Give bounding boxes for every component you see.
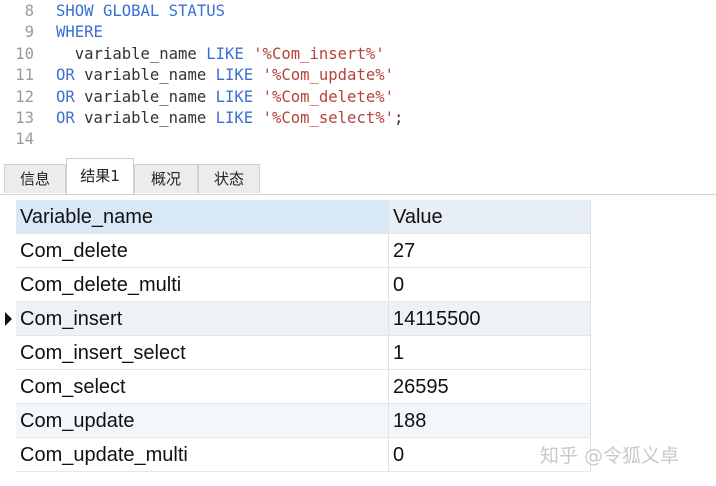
sql-string: '%Com_delete%' bbox=[262, 87, 394, 106]
tab-result-1[interactable]: 结果1 bbox=[66, 158, 134, 194]
table-row[interactable]: Com_delete 27 bbox=[0, 234, 716, 268]
table-row[interactable]: Com_insert_select 1 bbox=[0, 336, 716, 370]
table-row[interactable]: Com_update 188 bbox=[0, 404, 716, 438]
sql-keyword: LIKE bbox=[215, 66, 254, 85]
sql-string: '%Com_insert%' bbox=[253, 44, 385, 63]
line-number: 10 bbox=[15, 44, 34, 63]
row-marker[interactable] bbox=[0, 302, 15, 336]
tab-status[interactable]: 状态 bbox=[198, 164, 260, 193]
code-line[interactable]: 8 SHOW GLOBAL STATUS bbox=[0, 1, 225, 22]
line-number: 11 bbox=[15, 66, 34, 85]
cell-value[interactable]: 14115500 bbox=[389, 302, 591, 336]
line-number: 12 bbox=[15, 87, 34, 106]
sql-keyword: OR bbox=[56, 66, 75, 85]
sql-text: variable_name bbox=[74, 66, 216, 85]
sql-keyword: SHOW GLOBAL STATUS bbox=[56, 2, 225, 20]
tab-profile[interactable]: 概况 bbox=[134, 164, 198, 193]
cell-value[interactable]: 0 bbox=[389, 268, 591, 302]
code-line[interactable]: 14 bbox=[0, 129, 56, 150]
code-line[interactable]: 11 OR variable_name LIKE '%Com_update%' bbox=[0, 65, 394, 86]
cell-value[interactable]: 26595 bbox=[389, 370, 591, 404]
row-marker[interactable] bbox=[0, 404, 15, 438]
sql-keyword: LIKE bbox=[206, 44, 244, 63]
line-number: 14 bbox=[15, 130, 34, 149]
sql-keyword: OR bbox=[56, 109, 75, 127]
code-line[interactable]: 9 WHERE bbox=[0, 22, 103, 43]
cell-variable-name[interactable]: Com_delete_multi bbox=[16, 268, 389, 302]
cell-variable-name[interactable]: Com_update_multi bbox=[16, 438, 389, 472]
line-number: 8 bbox=[24, 2, 34, 20]
result-tab-bar: 信息 结果1 概况 状态 bbox=[0, 158, 716, 195]
sql-string: '%Com_update%' bbox=[262, 66, 394, 85]
cell-variable-name[interactable]: Com_select bbox=[16, 370, 389, 404]
sql-keyword: LIKE bbox=[215, 87, 254, 106]
code-line[interactable]: 13 OR variable_name LIKE '%Com_select%'; bbox=[0, 108, 403, 129]
sql-keyword: LIKE bbox=[215, 109, 254, 127]
row-marker[interactable] bbox=[0, 268, 15, 302]
line-number: 9 bbox=[24, 23, 34, 42]
table-row[interactable]: Com_delete_multi 0 bbox=[0, 268, 716, 302]
code-line[interactable]: 10 variable_name LIKE '%Com_insert%' bbox=[0, 44, 385, 65]
column-header-value[interactable]: Value bbox=[389, 200, 591, 234]
cell-value[interactable]: 27 bbox=[389, 234, 591, 268]
cell-value[interactable]: 1 bbox=[389, 336, 591, 370]
sql-text: variable_name bbox=[56, 44, 207, 63]
sql-keyword: OR bbox=[56, 87, 75, 106]
table-row-current[interactable]: Com_insert 14115500 bbox=[0, 302, 716, 336]
tab-info[interactable]: 信息 bbox=[4, 164, 66, 193]
current-row-arrow-icon bbox=[5, 312, 12, 326]
sql-text: ; bbox=[394, 109, 404, 127]
grid-header-row: Variable_name Value bbox=[0, 200, 716, 234]
cell-variable-name[interactable]: Com_update bbox=[16, 404, 389, 438]
column-header-variable-name[interactable]: Variable_name bbox=[16, 200, 389, 234]
cell-value[interactable]: 188 bbox=[389, 404, 591, 438]
watermark: 知乎 @令狐义卓 bbox=[540, 445, 680, 467]
sql-string: '%Com_select%' bbox=[262, 109, 394, 127]
row-marker[interactable] bbox=[0, 438, 15, 472]
cell-variable-name[interactable]: Com_delete bbox=[16, 234, 389, 268]
cell-variable-name[interactable]: Com_insert bbox=[16, 302, 389, 336]
row-marker bbox=[0, 200, 15, 234]
row-marker[interactable] bbox=[0, 336, 15, 370]
cell-variable-name[interactable]: Com_insert_select bbox=[16, 336, 389, 370]
sql-editor[interactable]: 8 SHOW GLOBAL STATUS 9 WHERE 10 variable_nam… bbox=[0, 0, 716, 156]
sql-keyword: WHERE bbox=[56, 23, 103, 42]
table-row[interactable]: Com_select 26595 bbox=[0, 370, 716, 404]
code-line[interactable]: 12 OR variable_name LIKE '%Com_delete%' bbox=[0, 87, 394, 108]
row-marker[interactable] bbox=[0, 370, 15, 404]
sql-text: variable_name bbox=[74, 87, 216, 106]
line-number: 13 bbox=[15, 109, 34, 127]
row-marker[interactable] bbox=[0, 234, 15, 268]
sql-text: variable_name bbox=[74, 109, 216, 127]
